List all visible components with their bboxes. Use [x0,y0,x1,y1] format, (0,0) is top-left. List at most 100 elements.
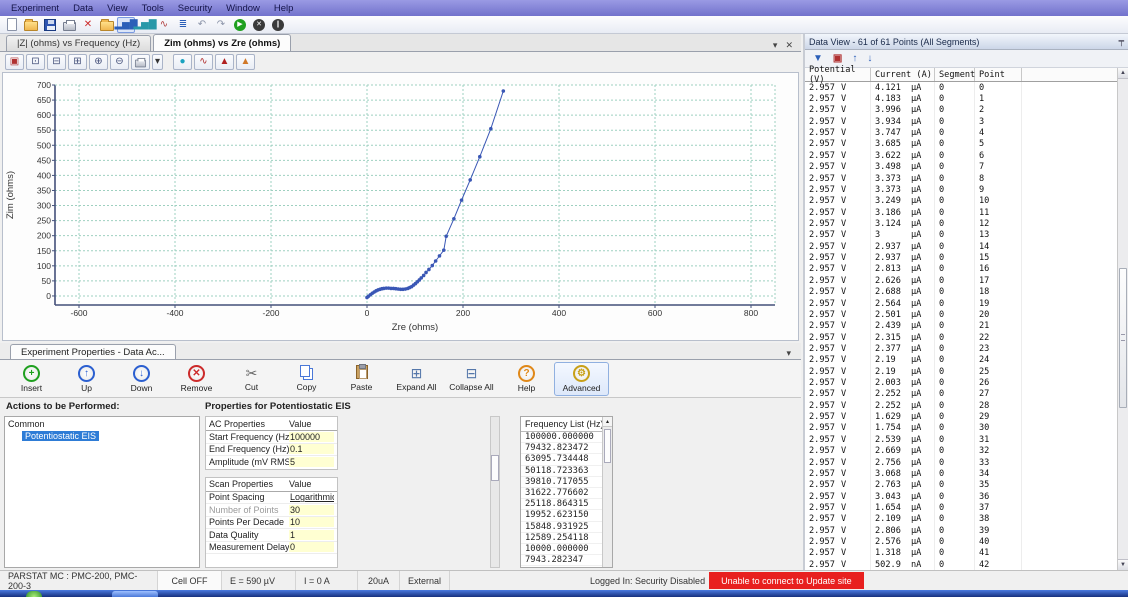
run-experiment-icon[interactable]: ▶ [231,17,249,33]
table-row[interactable]: 2.957V1.654µA037 [805,502,1128,513]
property-value[interactable]: 10 [289,517,334,527]
open-folder-icon[interactable] [22,17,40,33]
tab-z-vs-frequency[interactable]: |Z| (ohms) vs Frequency (Hz) [6,35,151,51]
column-header[interactable]: Potential (V) [805,68,871,81]
down-button[interactable]: ↓Down [114,362,169,396]
table-row[interactable]: 2.957V2.669µA032 [805,446,1128,457]
scrollbar-thumb[interactable] [604,429,611,463]
sphere-3d-icon[interactable]: ● [173,54,192,70]
frequency-item[interactable]: 15848.931925 [521,522,602,533]
table-row[interactable]: 2.957V2.756µA033 [805,457,1128,468]
menu-window[interactable]: Window [219,3,267,14]
table-row[interactable]: 2.957V3.498µA07 [805,162,1128,173]
tab-zim-vs-zre[interactable]: Zim (ohms) vs Zre (ohms) [153,34,291,51]
table-row[interactable]: 2.957V2.19µA025 [805,366,1128,377]
table-row[interactable]: 2.957V2.763µA035 [805,480,1128,491]
frequency-list-scrollbar[interactable]: ▴ [602,417,612,568]
table-row[interactable]: 2.957V3.068µA034 [805,468,1128,479]
table-row[interactable]: 2.957V3.124µA012 [805,218,1128,229]
property-value[interactable]: 0.1 [289,444,334,454]
frequency-item[interactable]: 79432.823472 [521,443,602,454]
scroll-up-icon[interactable]: ▴ [603,417,612,427]
property-value[interactable]: 0 [289,542,334,552]
undo-icon[interactable]: ↶ [193,17,211,33]
menu-view[interactable]: View [100,3,134,14]
table-row[interactable]: 2.957V1.754µA030 [805,423,1128,434]
table-row[interactable]: 2.957V3.373µA08 [805,173,1128,184]
table-row[interactable]: 2.957V2.626µA017 [805,275,1128,286]
cut-button[interactable]: ✂Cut [224,362,279,396]
expand-all-button[interactable]: ⊞Expand All [389,362,444,396]
frequency-item[interactable]: 12589.254118 [521,533,602,544]
frequency-item[interactable]: 39810.717055 [521,477,602,488]
table-row[interactable]: 2.957V2.806µA039 [805,525,1128,536]
table-row[interactable]: 2.957V502.9nA042 [805,559,1128,570]
table-row[interactable]: 2.957V2.109µA038 [805,514,1128,525]
move-down-icon[interactable]: ↓ [867,53,872,64]
frequency-item[interactable]: 10000.000000 [521,544,602,555]
properties-dropdown-icon[interactable]: ▾ [786,348,801,359]
insert-button[interactable]: +Insert [4,362,59,396]
axes-x-icon[interactable]: ⊟ [47,54,66,70]
axes-y-icon[interactable]: ⊞ [68,54,87,70]
table-row[interactable]: 2.957V3.996µA02 [805,105,1128,116]
frequency-item[interactable]: 31622.776602 [521,488,602,499]
redo-icon[interactable]: ↷ [212,17,230,33]
table-row[interactable]: 2.957V2.19µA024 [805,355,1128,366]
data-list-icon[interactable]: ≣ [174,17,192,33]
tab-experiment-properties[interactable]: Experiment Properties - Data Ac... [10,344,176,359]
scroll-up-icon[interactable]: ▲ [1118,68,1128,79]
table-row[interactable]: 2.957V2.439µA021 [805,321,1128,332]
print-graph-icon[interactable] [131,54,150,70]
column-header[interactable]: Segment [935,68,975,81]
table-row[interactable]: 2.957V2.252µA027 [805,389,1128,400]
table-row[interactable]: 2.957V3µA013 [805,230,1128,241]
frequency-item[interactable]: 7943.282347 [521,555,602,566]
advanced-button[interactable]: ⚙Advanced [554,362,609,396]
table-row[interactable]: 2.957V2.813µA016 [805,264,1128,275]
table-row[interactable]: 2.957V3.249µA010 [805,196,1128,207]
remove-button[interactable]: ✕Remove [169,362,224,396]
column-header[interactable]: Point [975,68,1022,81]
menu-experiment[interactable]: Experiment [4,3,66,14]
table-row[interactable]: 2.957V3.373µA09 [805,184,1128,195]
property-value[interactable]: 30 [289,505,334,515]
data-view-scrollbar[interactable]: ▲ ▼ [1117,68,1128,570]
table-row[interactable]: 2.957V3.186µA011 [805,207,1128,218]
column-header[interactable]: Current (A) [871,68,935,81]
area-fill-icon[interactable]: ▲ [215,54,234,70]
scrollbar-thumb[interactable] [491,455,499,481]
close-tab-icon[interactable]: ✕ [785,40,793,51]
area-outline-icon[interactable]: ▲ [236,54,255,70]
zoom-in-icon[interactable]: ⊕ [89,54,108,70]
table-row[interactable]: 2.957V2.576µA040 [805,536,1128,547]
filter-points-icon[interactable]: ▼ [813,53,823,64]
table-row[interactable]: 2.957V2.937µA014 [805,241,1128,252]
graph-wizard-icon[interactable]: ∿ [155,17,173,33]
line-style-icon[interactable]: ∿ [194,54,213,70]
property-value[interactable]: 1 [289,530,334,540]
table-row[interactable]: 2.957V3.622µA06 [805,150,1128,161]
print-icon[interactable] [60,17,78,33]
scrollbar-thumb[interactable] [1119,268,1127,408]
table-row[interactable]: 2.957V2.564µA019 [805,298,1128,309]
move-up-icon[interactable]: ↑ [852,53,857,64]
copy-button[interactable]: Copy [279,362,334,396]
table-row[interactable]: 2.957V3.685µA05 [805,139,1128,150]
table-row[interactable]: 2.957V3.747µA04 [805,127,1128,138]
property-value[interactable]: 5 [289,457,334,467]
save-icon[interactable] [41,17,59,33]
table-row[interactable]: 2.957V2.377µA023 [805,343,1128,354]
frequency-item[interactable]: 63095.734448 [521,454,602,465]
menu-help[interactable]: Help [267,3,301,14]
menu-tools[interactable]: Tools [135,3,171,14]
table-row[interactable]: 2.957V3.934µA03 [805,116,1128,127]
print-options-dropdown-icon[interactable]: ▾ [152,54,163,70]
taskbar-app-button[interactable] [112,591,158,597]
table-row[interactable]: 2.957V2.937µA015 [805,252,1128,263]
collapse-all-button[interactable]: ⊟Collapse All [444,362,499,396]
delete-icon[interactable]: ✕ [79,17,97,33]
pin-icon[interactable]: ┯ [1119,36,1124,47]
stop-experiment-icon[interactable]: ✕ [250,17,268,33]
zoom-out-icon[interactable]: ⊖ [110,54,129,70]
